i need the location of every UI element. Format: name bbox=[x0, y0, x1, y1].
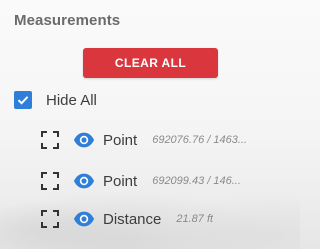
hide-all-toggle[interactable]: Hide All bbox=[14, 90, 97, 110]
eye-icon[interactable] bbox=[73, 129, 95, 151]
measurement-name: Distance bbox=[103, 210, 162, 228]
measurement-value: 692099.43 / 146... bbox=[152, 175, 241, 187]
eye-icon[interactable] bbox=[73, 170, 95, 192]
eye-icon[interactable] bbox=[73, 208, 95, 230]
hide-all-checkbox[interactable] bbox=[14, 91, 32, 109]
panel-title: Measurements bbox=[14, 12, 121, 29]
measurement-value: 692076.76 / 1463... bbox=[152, 134, 248, 146]
measurement-row: Point 692076.76 / 1463... bbox=[40, 129, 290, 151]
measurement-row: Distance 21.87 ft bbox=[40, 208, 290, 230]
checkmark-icon bbox=[17, 96, 29, 105]
clear-all-button[interactable]: CLEAR ALL bbox=[83, 48, 218, 78]
hide-all-label: Hide All bbox=[46, 91, 97, 109]
measurement-row: Point 692099.43 / 146... bbox=[40, 170, 290, 192]
measurement-name: Point bbox=[103, 172, 138, 190]
focus-bracket-icon[interactable] bbox=[40, 171, 60, 191]
measurement-value: 21.87 ft bbox=[176, 213, 214, 225]
focus-bracket-icon[interactable] bbox=[40, 209, 60, 229]
measurement-name: Point bbox=[103, 131, 138, 149]
measurements-panel: Measurements CLEAR ALL Hide All Point 69… bbox=[0, 0, 300, 249]
focus-bracket-icon[interactable] bbox=[40, 130, 60, 150]
